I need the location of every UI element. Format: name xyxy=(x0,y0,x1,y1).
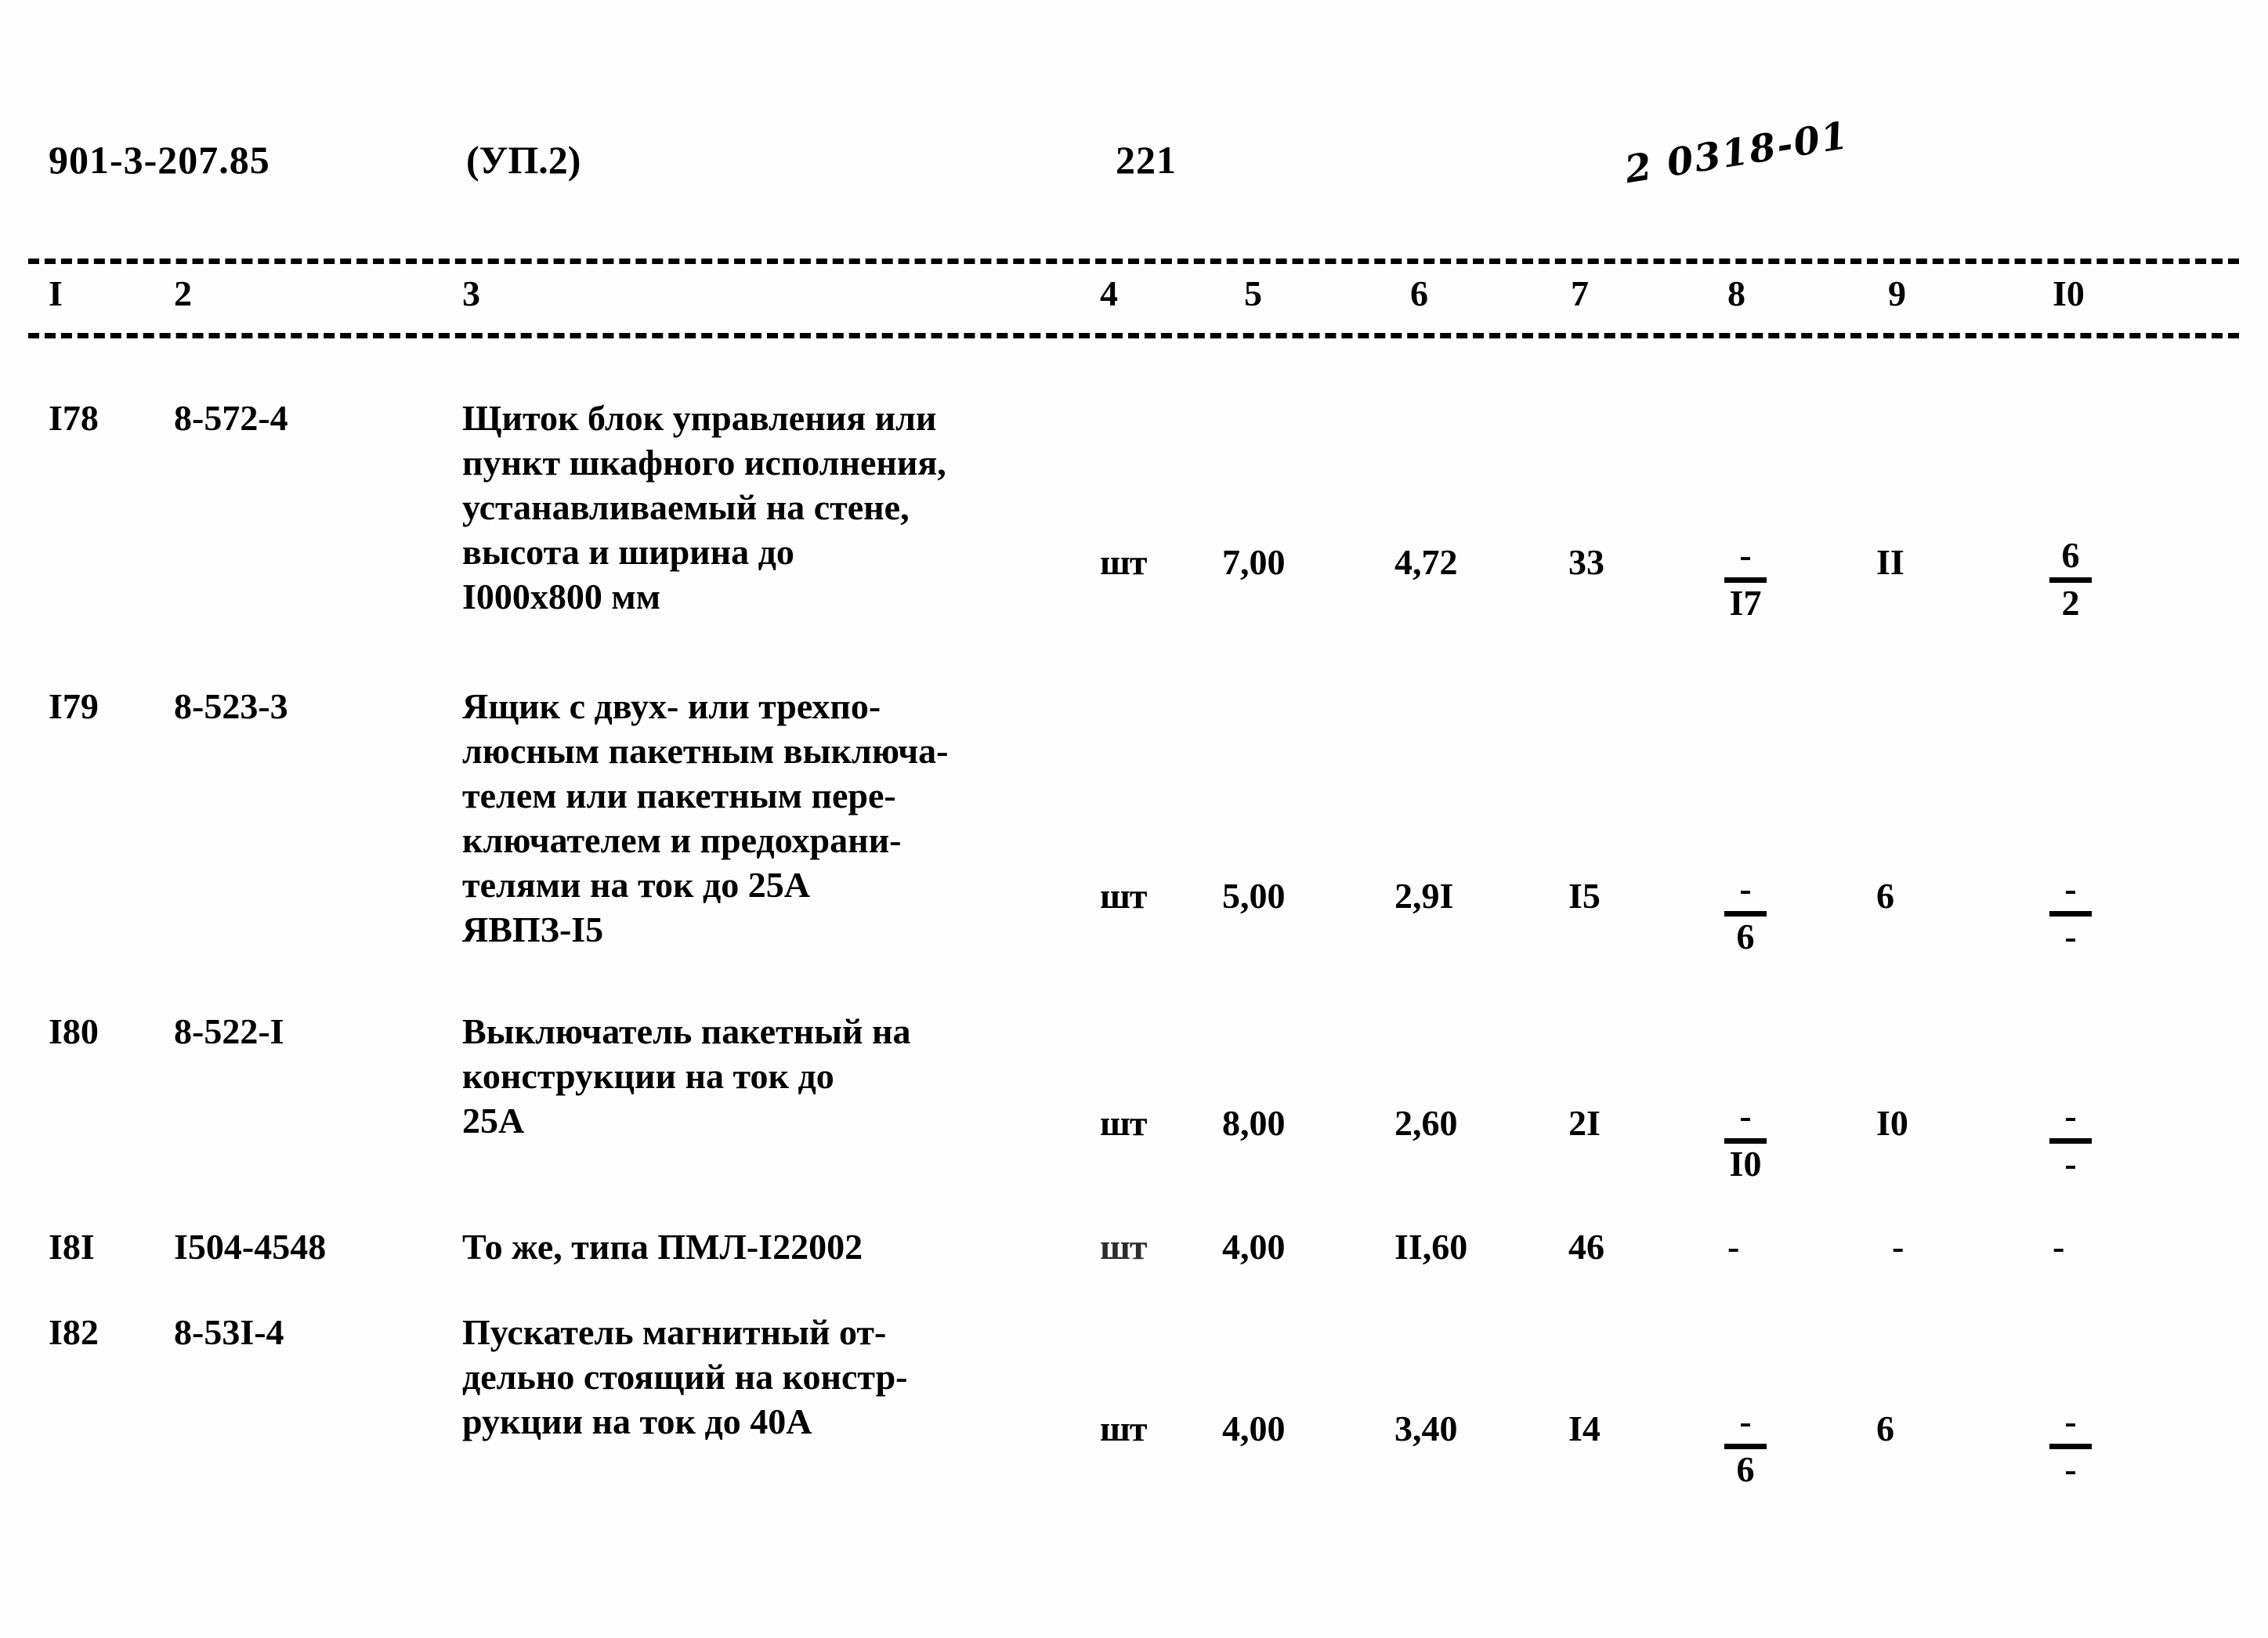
row-col5: 7,00 xyxy=(1222,542,1286,582)
row-col10: - xyxy=(2053,1227,2065,1267)
row-col10-numerator: 6 xyxy=(2061,535,2080,575)
row-code: 8-523-3 xyxy=(174,686,288,726)
row-col6: II,60 xyxy=(1394,1227,1468,1267)
row-col7: 2I xyxy=(1568,1103,1601,1143)
row-unit: шт xyxy=(1100,1408,1147,1448)
row-col8-denominator: 6 xyxy=(1736,1449,1755,1489)
row-col7: 46 xyxy=(1568,1227,1604,1267)
row-code: 8-572-4 xyxy=(174,398,288,438)
row-col10-fraction: - - xyxy=(2037,1096,2104,1184)
fraction-bar-icon xyxy=(1724,1138,1767,1144)
row-col9: 6 xyxy=(1876,1408,1894,1448)
row-col6: 2,9I xyxy=(1394,876,1454,916)
row-col10-denominator: - xyxy=(2064,1449,2077,1489)
row-unit: шт xyxy=(1100,1103,1147,1143)
row-col8-numerator: - xyxy=(1739,1401,1752,1441)
row-col8-denominator: 6 xyxy=(1736,917,1755,956)
row-position: I79 xyxy=(49,686,99,726)
row-code: 8-522-I xyxy=(174,1011,284,1051)
row-description: Ящик с двух- или трехпо- люсным пакетным… xyxy=(462,686,949,949)
row-col5: 4,00 xyxy=(1222,1408,1286,1448)
row-col8-numerator: - xyxy=(1739,1096,1752,1136)
row-col10-numerator: - xyxy=(2064,1096,2077,1136)
row-col8: - xyxy=(1727,1227,1740,1267)
row-col8-numerator: - xyxy=(1739,535,1752,575)
row-col10-fraction: - - xyxy=(2037,869,2104,956)
row-col8-fraction: - 6 xyxy=(1712,869,1779,956)
row-col5: 8,00 xyxy=(1222,1103,1286,1143)
row-col6: 2,60 xyxy=(1394,1103,1458,1143)
row-col10-denominator: 2 xyxy=(2061,583,2080,623)
row-col8-fraction: - 6 xyxy=(1712,1401,1779,1489)
row-description: Выключатель пакетный на конструкции на т… xyxy=(462,1011,911,1141)
row-col9: 6 xyxy=(1876,876,1894,916)
row-col7: I4 xyxy=(1568,1408,1601,1448)
row-col10-denominator: - xyxy=(2064,1144,2077,1184)
fraction-bar-icon xyxy=(2049,1444,2092,1449)
row-col5: 5,00 xyxy=(1222,876,1286,916)
row-col8-numerator: - xyxy=(1739,869,1752,909)
row-col10-fraction: 6 2 xyxy=(2037,535,2104,623)
row-col9: - xyxy=(1892,1227,1904,1267)
row-col8-denominator: I7 xyxy=(1729,583,1762,623)
row-col10-numerator: - xyxy=(2064,869,2077,909)
row-unit: шт xyxy=(1100,876,1147,916)
row-position: I78 xyxy=(49,398,99,438)
row-col6: 4,72 xyxy=(1394,542,1458,582)
row-col7: 33 xyxy=(1568,542,1604,582)
row-description: Щиток блок управления или пункт шкафного… xyxy=(462,398,946,617)
fraction-bar-icon xyxy=(1724,1444,1767,1449)
row-col9: II xyxy=(1876,542,1904,582)
fraction-bar-icon xyxy=(2049,911,2092,917)
fraction-bar-icon xyxy=(2049,577,2092,583)
row-code: I504-4548 xyxy=(174,1227,327,1267)
row-description: Пускатель магнитный от- дельно стоящий н… xyxy=(462,1312,908,1441)
scanned-document-page: 901-3-207.85 (УП.2) 221 2 0318-01 I 2 3 … xyxy=(0,0,2268,1638)
row-col10-fraction: - - xyxy=(2037,1401,2104,1489)
row-code: 8-53I-4 xyxy=(174,1312,284,1352)
row-col7: I5 xyxy=(1568,876,1601,916)
table-body: I78 8-572-4 Щиток блок управления или пу… xyxy=(0,0,2268,1638)
row-col8-denominator: I0 xyxy=(1729,1144,1762,1184)
row-col5: 4,00 xyxy=(1222,1227,1286,1267)
row-unit: шт xyxy=(1100,1227,1147,1267)
row-col8-fraction: - I0 xyxy=(1712,1096,1779,1184)
fraction-bar-icon xyxy=(1724,911,1767,917)
row-unit: шт xyxy=(1100,542,1147,582)
row-description: То же, типа ПМЛ-I22002 xyxy=(462,1227,863,1267)
row-col6: 3,40 xyxy=(1394,1408,1458,1448)
row-position: I8I xyxy=(49,1227,95,1267)
row-col9: I0 xyxy=(1876,1103,1908,1143)
row-position: I80 xyxy=(49,1011,99,1051)
fraction-bar-icon xyxy=(1724,577,1767,583)
row-col8-fraction: - I7 xyxy=(1712,535,1779,623)
row-col10-numerator: - xyxy=(2064,1401,2077,1441)
fraction-bar-icon xyxy=(2049,1138,2092,1144)
row-position: I82 xyxy=(49,1312,99,1352)
row-col10-denominator: - xyxy=(2064,917,2077,956)
